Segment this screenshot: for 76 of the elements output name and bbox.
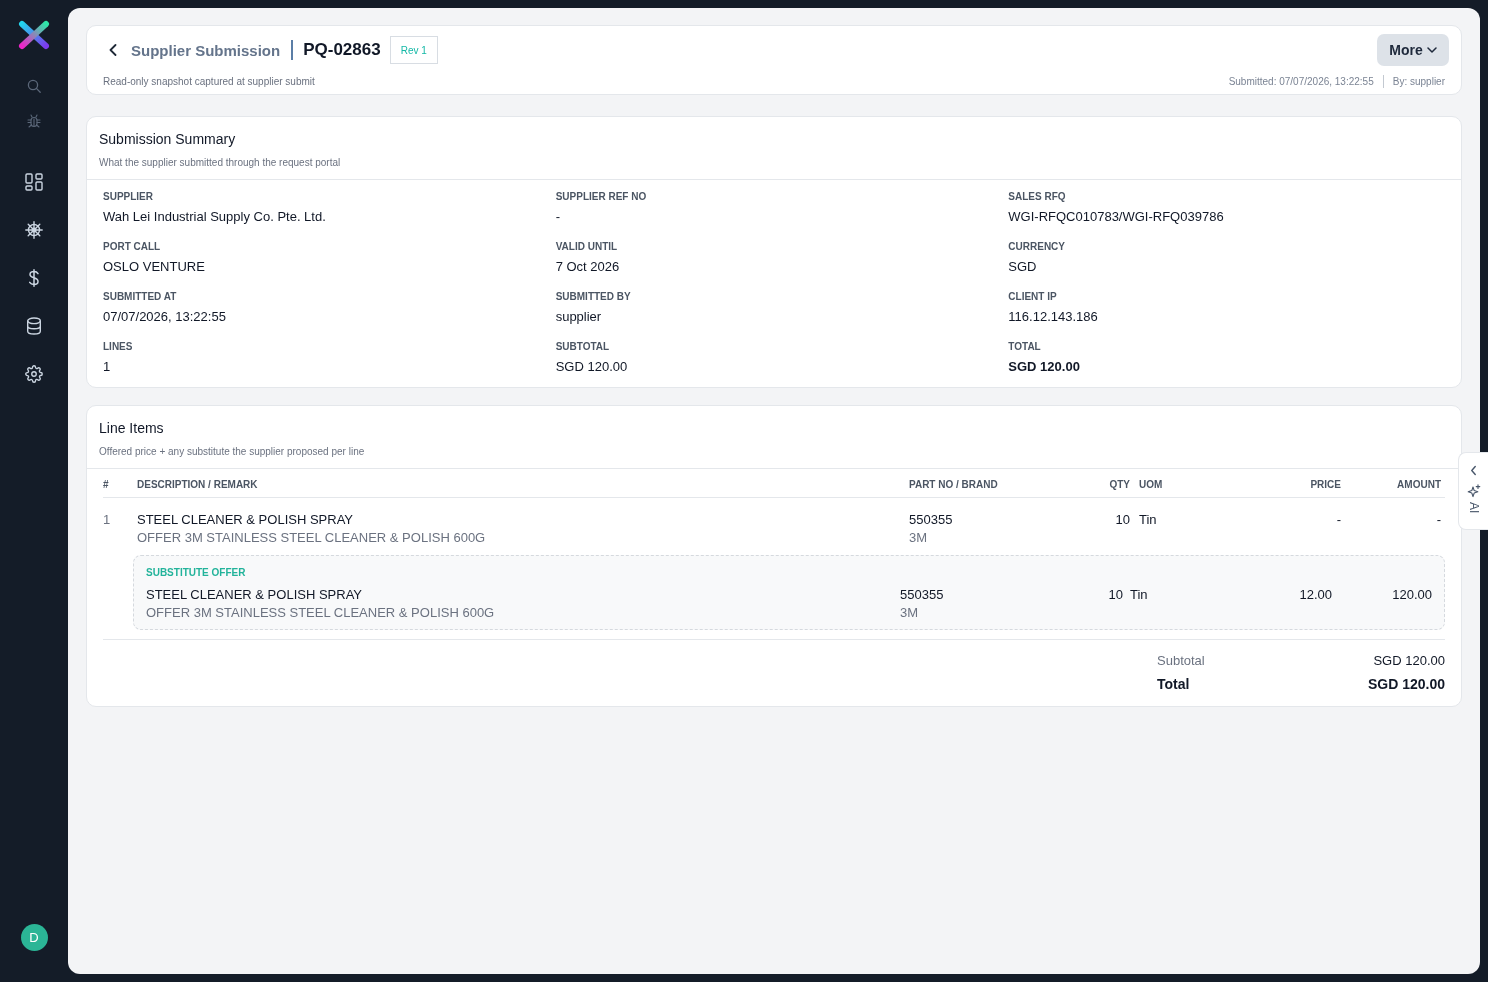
totals-value: SGD 120.00	[1367, 675, 1445, 693]
field-value: OSLO VENTURE	[103, 258, 206, 276]
field-label: VALID UNTIL	[555, 241, 619, 253]
search-icon[interactable]	[27, 79, 41, 93]
item-description: STEEL CLEANER & POLISH SPRAY	[137, 511, 354, 529]
unit-cell-text: Tin	[1129, 586, 1149, 604]
field-value: SGD	[1008, 258, 1038, 276]
settings-icon[interactable]	[25, 365, 43, 383]
field-value: supplier	[555, 308, 603, 326]
field-label: SUBMITTED BY	[555, 291, 632, 303]
sparkle-icon	[1466, 484, 1481, 498]
column-header: AMOUNT	[1396, 479, 1442, 491]
column-header: QTY	[1108, 479, 1130, 491]
substitute-offer-label: SUBSTITUTE OFFER	[146, 567, 247, 579]
logo-icon[interactable]	[18, 20, 50, 50]
totals-label: Total	[1157, 675, 1190, 693]
chevron-left-icon[interactable]	[109, 44, 117, 56]
column-header: UOM	[1138, 479, 1164, 491]
field-value: SGD 120.00	[555, 358, 629, 376]
field-label: SALES RFQ	[1008, 191, 1067, 203]
submitted-by: By: supplier	[1392, 75, 1445, 88]
chevron-left-icon	[1470, 465, 1477, 476]
field-value: 1	[103, 358, 112, 376]
item-remark: OFFER 3M STAINLESS STEEL CLEANER & POLISH 600G	[146, 604, 495, 622]
unit-cell-text: Tin	[1138, 511, 1158, 529]
amount-cell-text: 120.00	[1391, 586, 1432, 604]
column-header: PART NO / BRAND	[909, 479, 999, 491]
field-label: SUPPLIER	[103, 191, 154, 203]
field-label: TOTAL	[1008, 341, 1042, 353]
row-number: 1	[103, 511, 112, 529]
column-header: #	[103, 479, 110, 491]
field-value: 116.12.143.186	[1008, 308, 1099, 326]
brand-name: 3M	[900, 604, 919, 622]
field-label: SUPPLIER REF NO	[555, 191, 648, 203]
column-header: PRICE	[1309, 479, 1341, 491]
page-title: PQ-02863	[303, 40, 381, 60]
part-number: 550355	[909, 511, 953, 529]
card-subtitle: What the supplier submitted through the request portal	[99, 157, 342, 169]
quantity-cell-text: 10	[1114, 511, 1130, 529]
field-label: SUBTOTAL	[555, 341, 611, 353]
revision-badge: Rev 1	[389, 36, 438, 64]
snapshot-note: Read-only snapshot captured at supplier submit	[103, 75, 315, 88]
field-label: CURRENCY	[1008, 241, 1066, 253]
field-value: SGD 120.00	[1008, 358, 1081, 376]
field-label: SUBMITTED AT	[103, 291, 178, 303]
chevron-down-icon	[1426, 47, 1437, 53]
breadcrumb-link[interactable]: Supplier Submission	[131, 41, 281, 59]
field-label: LINES	[103, 341, 134, 353]
card-title: Line Items	[99, 419, 165, 437]
item-description: STEEL CLEANER & POLISH SPRAY	[146, 586, 363, 604]
column-header: DESCRIPTION / REMARK	[137, 479, 259, 491]
field-value: Wah Lei Industrial Supply Co. Pte. Ltd.	[103, 208, 327, 226]
grid-icon[interactable]	[25, 173, 43, 191]
price-cell-text: -	[1335, 511, 1341, 529]
more-button[interactable]: More	[1377, 34, 1449, 66]
field-value: -	[555, 208, 561, 226]
brand-name: 3M	[909, 529, 928, 547]
card-subtitle: Offered price + any substitute the supplier proposed per line	[99, 446, 366, 458]
part-number: 550355	[900, 586, 944, 604]
totals-label: Subtotal	[1157, 652, 1205, 670]
quantity-cell-text: 10	[1107, 586, 1123, 604]
field-value: WGI-RFQC010783/WGI-RFQ039786	[1008, 208, 1225, 226]
card-title: Submission Summary	[99, 130, 237, 148]
database-icon[interactable]	[25, 317, 43, 335]
price-cell-text: 12.00	[1298, 586, 1332, 604]
field-label: PORT CALL	[103, 241, 162, 253]
submitted-timestamp: Submitted: 07/07/2026, 13:22:55	[1228, 75, 1374, 88]
field-value: 7 Oct 2026	[555, 258, 621, 276]
ai-assistant-tab[interactable]: AI	[1458, 452, 1488, 530]
amount-cell-text: -	[1435, 511, 1442, 529]
totals-value: SGD 120.00	[1373, 652, 1445, 670]
field-label: CLIENT IP	[1008, 291, 1058, 303]
item-remark: OFFER 3M STAINLESS STEEL CLEANER & POLISH 600G	[137, 529, 486, 547]
field-value: 07/07/2026, 13:22:55	[103, 308, 227, 326]
ship-wheel-icon[interactable]	[25, 221, 43, 239]
bug-icon[interactable]	[27, 114, 41, 128]
